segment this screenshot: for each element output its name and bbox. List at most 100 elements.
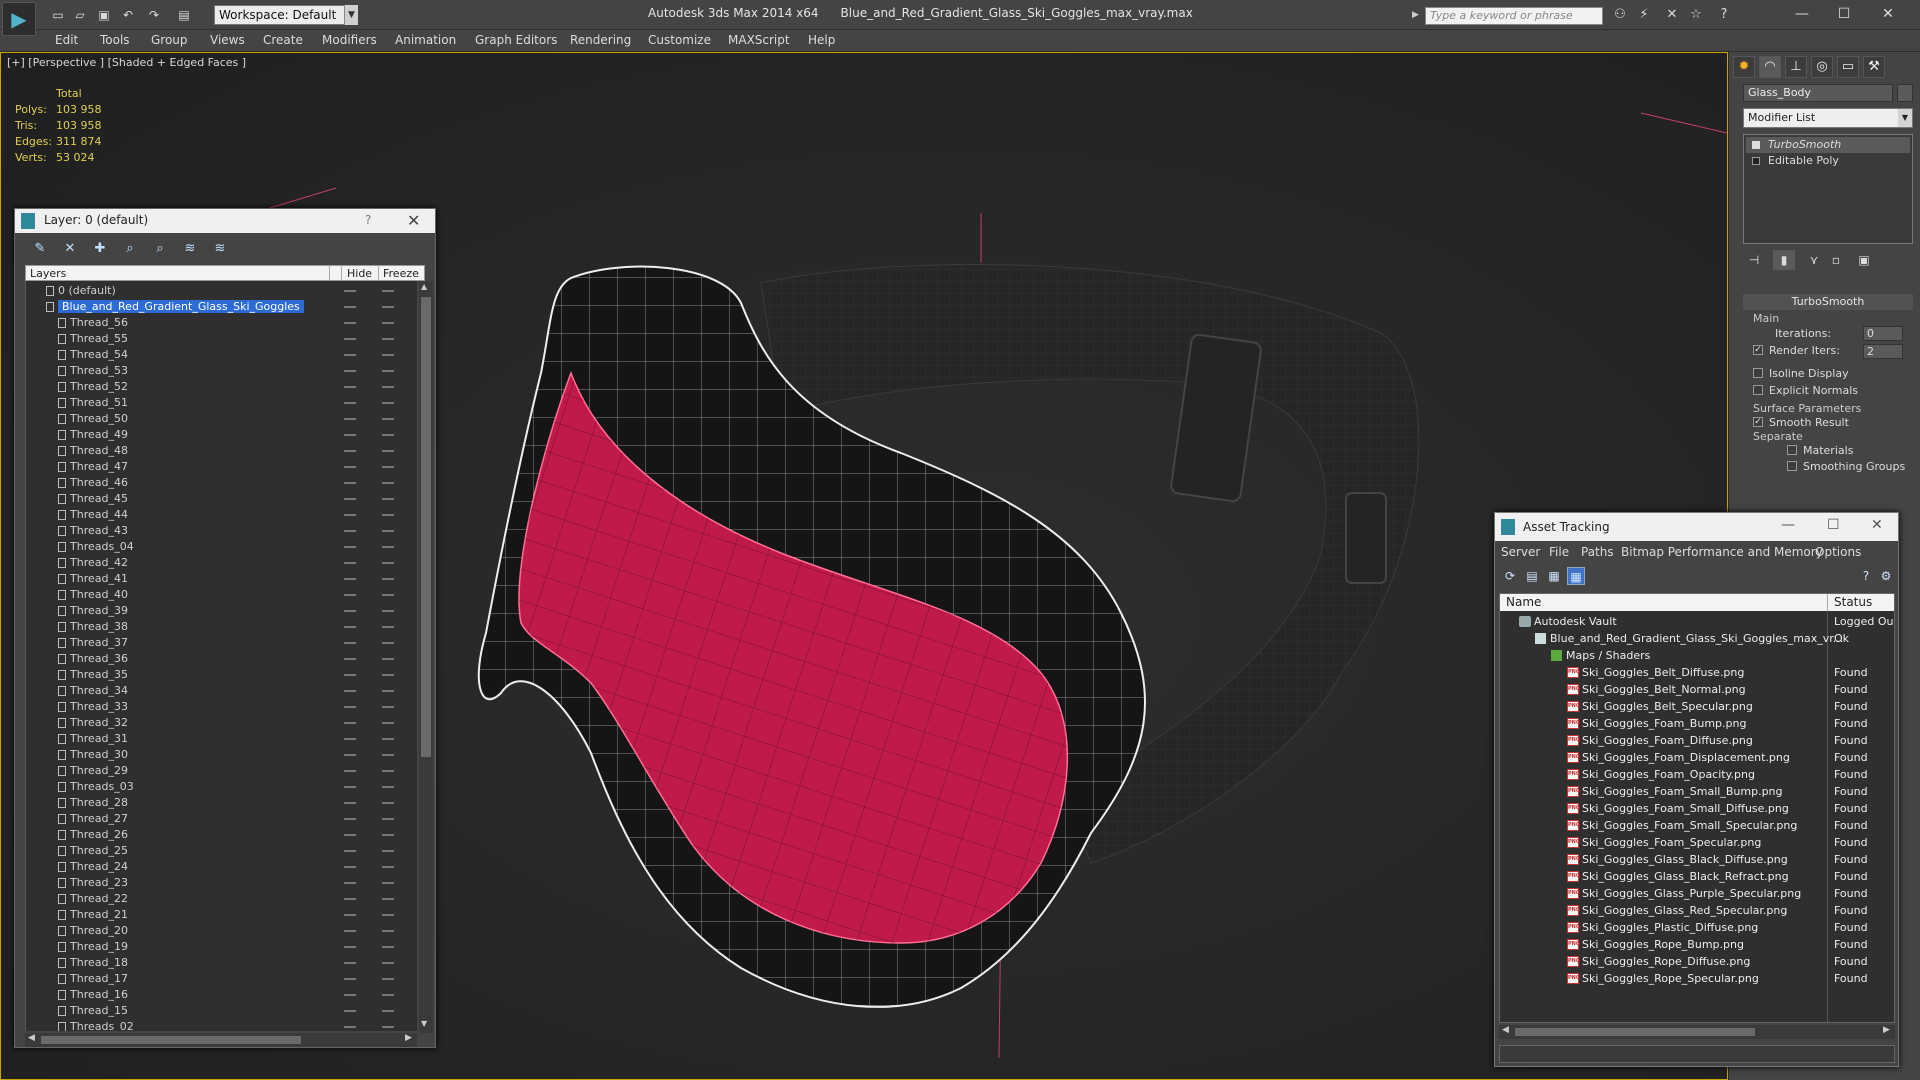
freeze-toggle[interactable] xyxy=(382,1026,394,1028)
freeze-toggle[interactable] xyxy=(382,306,394,308)
layer-row[interactable]: Thread_46 xyxy=(26,475,417,491)
asset-row[interactable]: PNG Ski_Goggles_Rope_Diffuse.png Found xyxy=(1500,953,1894,970)
hide-toggle[interactable] xyxy=(344,418,356,420)
hide-toggle[interactable] xyxy=(344,530,356,532)
chevron-down-icon[interactable]: ▼ xyxy=(344,5,358,25)
freeze-toggle[interactable] xyxy=(382,402,394,404)
layer-row[interactable]: Thread_35 xyxy=(26,667,417,683)
freeze-toggle[interactable] xyxy=(382,770,394,772)
hide-toggle[interactable] xyxy=(344,722,356,724)
hide-toggle[interactable] xyxy=(344,786,356,788)
expand-icon[interactable] xyxy=(1752,157,1760,165)
hide-toggle[interactable] xyxy=(344,594,356,596)
pin-stack-icon[interactable]: ⊣ xyxy=(1743,250,1765,270)
layer-row[interactable]: Thread_32 xyxy=(26,715,417,731)
hide-all-icon[interactable]: ≋ xyxy=(181,240,199,258)
hide-toggle[interactable] xyxy=(344,434,356,436)
asset-row[interactable]: PNG Ski_Goggles_Rope_Specular.png Found xyxy=(1500,970,1894,987)
layer-row[interactable]: Thread_21 xyxy=(26,907,417,923)
freeze-toggle[interactable] xyxy=(382,338,394,340)
menu-bitmap-performance[interactable]: Bitmap Performance and Memory xyxy=(1621,545,1823,559)
configure-sets-icon[interactable]: ▣ xyxy=(1853,250,1875,270)
help-icon[interactable]: ? xyxy=(1714,6,1734,24)
object-name-field[interactable]: Glass_Body xyxy=(1743,84,1893,102)
redo-icon[interactable]: ↷ xyxy=(146,7,162,23)
layer-row[interactable]: Thread_25 xyxy=(26,843,417,859)
column-layers[interactable]: Layers xyxy=(30,267,66,280)
modify-tab-icon[interactable]: ◠ xyxy=(1759,56,1781,78)
freeze-toggle[interactable] xyxy=(382,530,394,532)
hide-toggle[interactable] xyxy=(344,850,356,852)
asset-row[interactable]: PNG Ski_Goggles_Rope_Bump.png Found xyxy=(1500,936,1894,953)
freeze-toggle[interactable] xyxy=(382,978,394,980)
display-tab-icon[interactable]: ▭ xyxy=(1837,56,1859,78)
object-color-swatch[interactable] xyxy=(1897,84,1913,102)
freeze-toggle[interactable] xyxy=(382,626,394,628)
freeze-toggle[interactable] xyxy=(382,690,394,692)
freeze-toggle[interactable] xyxy=(382,706,394,708)
search-input[interactable]: Type a keyword or phrase xyxy=(1425,7,1603,25)
stack-item-editable-poly[interactable]: Editable Poly xyxy=(1746,153,1910,169)
layer-row[interactable]: Thread_37 xyxy=(26,635,417,651)
freeze-toggle[interactable] xyxy=(382,482,394,484)
layer-row[interactable]: Thread_23 xyxy=(26,875,417,891)
scroll-thumb[interactable] xyxy=(1515,1028,1755,1036)
menu-maxscript[interactable]: MAXScript xyxy=(728,33,790,47)
menu-options[interactable]: Options xyxy=(1815,545,1861,559)
asset-row[interactable]: PNG Ski_Goggles_Foam_Small_Specular.png Fo… xyxy=(1500,817,1894,834)
undo-icon[interactable]: ↶ xyxy=(120,7,136,23)
smoothing-groups-checkbox[interactable]: Smoothing Groups xyxy=(1787,460,1913,474)
show-end-result-icon[interactable]: ▮ xyxy=(1773,250,1795,270)
checkbox-checked[interactable]: ✓ xyxy=(1753,417,1763,427)
menu-help[interactable]: Help xyxy=(808,33,835,47)
hide-toggle[interactable] xyxy=(344,306,356,308)
hide-toggle[interactable] xyxy=(344,834,356,836)
refresh-icon[interactable]: ⟳ xyxy=(1501,567,1519,585)
communication-center-icon[interactable]: ⚡ xyxy=(1634,6,1654,24)
hide-toggle[interactable] xyxy=(344,978,356,980)
scroll-thumb[interactable] xyxy=(421,297,431,757)
freeze-toggle[interactable] xyxy=(382,386,394,388)
asset-horizontal-scrollbar[interactable]: ◀ ▶ xyxy=(1499,1025,1895,1039)
layer-row[interactable]: Thread_19 xyxy=(26,939,417,955)
hide-toggle[interactable] xyxy=(344,914,356,916)
asset-row[interactable]: PNG Ski_Goggles_Plastic_Diffuse.png Found xyxy=(1500,919,1894,936)
hide-toggle[interactable] xyxy=(344,402,356,404)
freeze-toggle[interactable] xyxy=(382,754,394,756)
hide-toggle[interactable] xyxy=(344,642,356,644)
layer-row-default[interactable]: 0 (default) xyxy=(26,283,417,299)
lightbulb-icon[interactable] xyxy=(1752,141,1760,149)
exchange-icon[interactable]: ✕ xyxy=(1662,6,1682,24)
freeze-toggle[interactable] xyxy=(382,594,394,596)
asset-row[interactable]: PNG Ski_Goggles_Belt_Diffuse.png Found xyxy=(1500,664,1894,681)
layer-row[interactable]: Threads_04 xyxy=(26,539,417,555)
asset-dialog-titlebar[interactable]: Asset Tracking — ☐ ✕ xyxy=(1495,513,1898,541)
layer-row[interactable]: Thread_20 xyxy=(26,923,417,939)
save-icon[interactable]: ▣ xyxy=(96,7,112,23)
project-folder-icon[interactable]: ▤ xyxy=(176,7,192,23)
chevron-left-icon[interactable]: ◀ xyxy=(28,1033,35,1043)
column-status[interactable]: Status xyxy=(1834,595,1872,609)
layer-row[interactable]: Thread_56 xyxy=(26,315,417,331)
help-icon[interactable]: ? xyxy=(1857,567,1875,585)
layer-row[interactable]: Thread_29 xyxy=(26,763,417,779)
hide-toggle[interactable] xyxy=(344,706,356,708)
hide-toggle[interactable] xyxy=(344,658,356,660)
create-layer-icon[interactable]: ✎ xyxy=(31,240,49,258)
menu-customize[interactable]: Customize xyxy=(648,33,711,47)
layer-row[interactable]: Thread_44 xyxy=(26,507,417,523)
asset-row[interactable]: Blue_and_Red_Gradient_Glass_Ski_Goggles_… xyxy=(1500,630,1894,647)
freeze-toggle[interactable] xyxy=(382,818,394,820)
chevron-down-icon[interactable]: ▼ xyxy=(1898,109,1912,127)
freeze-toggle[interactable] xyxy=(382,882,394,884)
select-in-layer-icon[interactable]: ⌕ xyxy=(121,240,139,258)
layer-row[interactable]: Thread_39 xyxy=(26,603,417,619)
layer-row[interactable]: Thread_47 xyxy=(26,459,417,475)
close-icon[interactable]: ✕ xyxy=(1871,517,1883,533)
layer-row[interactable]: Thread_27 xyxy=(26,811,417,827)
hide-toggle[interactable] xyxy=(344,690,356,692)
maximize-icon[interactable]: ☐ xyxy=(1827,517,1840,533)
column-freeze[interactable]: Freeze xyxy=(383,267,419,280)
layer-row[interactable]: Thread_30 xyxy=(26,747,417,763)
modifier-list-dropdown[interactable]: Modifier List ▼ xyxy=(1743,108,1913,128)
